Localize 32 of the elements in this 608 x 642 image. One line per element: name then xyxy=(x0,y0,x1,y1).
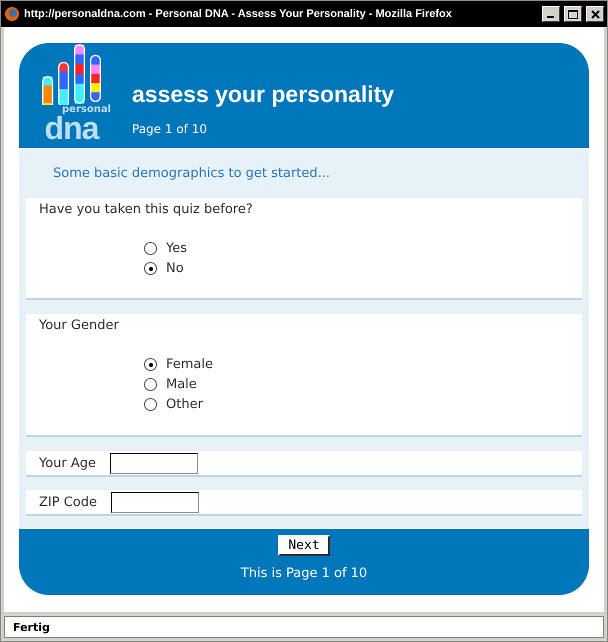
maximize-button[interactable] xyxy=(564,6,582,22)
page-heading: assess your personality xyxy=(132,81,394,108)
browser-icon xyxy=(4,6,20,22)
window-title: http://personaldna.com - Personal DNA - Assess Your Personality - Mozilla Firefox xyxy=(24,8,453,20)
logo-text: personal xyxy=(62,105,111,115)
footer-page-text: This is Page 1 of 10 xyxy=(240,566,368,581)
option-label[interactable]: No xyxy=(166,261,184,276)
radio-button[interactable] xyxy=(144,242,157,255)
chromosome-bars-drawing xyxy=(40,43,102,105)
radio-button[interactable] xyxy=(144,398,157,411)
option-label[interactable]: Yes xyxy=(166,241,187,256)
radio-button[interactable] xyxy=(144,262,157,275)
close-button[interactable] xyxy=(586,6,604,22)
intro-text: Some basic demographics to get started... xyxy=(53,166,330,180)
option-label[interactable]: Male xyxy=(166,377,197,392)
page-indicator: Page 1 of 10 xyxy=(132,122,208,136)
logo-wordmark: dna xyxy=(44,115,98,141)
input-field[interactable] xyxy=(110,452,198,474)
option-label[interactable]: Other xyxy=(166,397,203,412)
status-text: Fertig xyxy=(13,620,50,634)
option-label[interactable]: Female xyxy=(166,357,214,372)
input-field[interactable] xyxy=(111,492,199,512)
close-icon xyxy=(590,10,600,18)
radio-button[interactable] xyxy=(144,378,157,391)
radio-button[interactable] xyxy=(144,358,157,371)
question-label: Your Gender xyxy=(39,318,120,333)
minimize-button[interactable] xyxy=(542,6,560,22)
next-button[interactable]: Next xyxy=(278,535,330,556)
field-label: ZIP Code xyxy=(39,494,97,510)
maximize-icon xyxy=(568,10,578,18)
question-label: Have you taken this quiz before? xyxy=(39,202,254,217)
field-label: Your Age xyxy=(39,456,96,470)
